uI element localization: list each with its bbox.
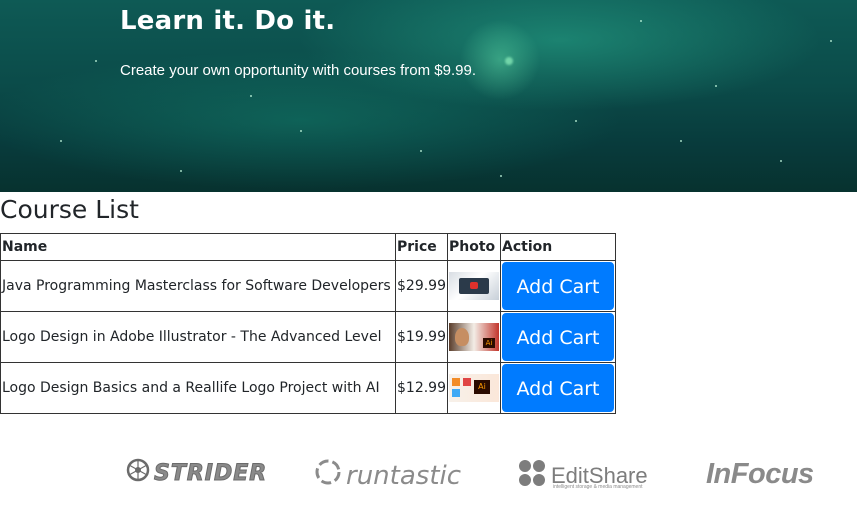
- add-cart-button[interactable]: Add Cart: [502, 262, 614, 310]
- hero-banner: Learn it. Do it. Create your own opportu…: [0, 0, 857, 192]
- table-row: Java Programming Masterclass for Softwar…: [0, 260, 616, 312]
- infocus-wordmark: InFocus: [706, 458, 814, 490]
- star-decoration: [575, 120, 577, 122]
- course-name: Logo Design in Adobe Illustrator - The A…: [0, 311, 396, 363]
- strider-logo: STRIDER: [126, 458, 267, 488]
- partner-logos: STRIDER runtastic EditShare intelligent …: [0, 450, 857, 510]
- table-row: Logo Design Basics and a Reallife Logo P…: [0, 362, 616, 414]
- logo-design-thumbnail-icon: Ai: [449, 374, 499, 402]
- column-header-action: Action: [500, 233, 616, 261]
- strider-wheel-icon: [126, 458, 150, 488]
- course-action-cell: Add Cart: [500, 260, 616, 312]
- column-header-price: Price: [395, 233, 448, 261]
- runtastic-wordmark: runtastic: [346, 460, 462, 491]
- course-table: Name Price Photo Action Java Programming…: [0, 233, 616, 414]
- add-cart-button[interactable]: Add Cart: [502, 364, 614, 412]
- editshare-grid-icon: [517, 458, 547, 494]
- laptop-thumbnail-icon: [449, 272, 499, 300]
- star-decoration: [250, 95, 252, 97]
- course-list-title: Course List: [0, 195, 139, 224]
- course-photo-cell: [447, 260, 501, 312]
- editshare-logo: EditShare intelligent storage & media ma…: [517, 458, 648, 494]
- course-price: $19.99: [395, 311, 448, 363]
- course-price: $29.99: [395, 260, 448, 312]
- star-decoration: [500, 175, 502, 177]
- course-action-cell: Add Cart: [500, 311, 616, 363]
- course-photo-cell: Ai: [447, 362, 501, 414]
- strider-wordmark: STRIDER: [153, 460, 268, 486]
- hero-title: Learn it. Do it.: [120, 6, 336, 36]
- star-decoration: [640, 20, 642, 22]
- runtastic-ring-icon: [314, 458, 342, 493]
- column-header-name: Name: [0, 233, 396, 261]
- star-decoration: [60, 140, 62, 142]
- star-decoration: [180, 170, 182, 172]
- star-decoration: [830, 40, 832, 42]
- course-name: Logo Design Basics and a Reallife Logo P…: [0, 362, 396, 414]
- star-decoration: [505, 57, 513, 65]
- table-row: Logo Design in Adobe Illustrator - The A…: [0, 311, 616, 363]
- star-decoration: [95, 60, 97, 62]
- illustrator-thumbnail-icon: Ai: [449, 323, 499, 351]
- runtastic-logo: runtastic: [314, 458, 461, 493]
- table-header-row: Name Price Photo Action: [0, 233, 616, 261]
- course-action-cell: Add Cart: [500, 362, 616, 414]
- editshare-tagline: intelligent storage & media management: [553, 484, 643, 490]
- star-decoration: [420, 150, 422, 152]
- course-name: Java Programming Masterclass for Softwar…: [0, 260, 396, 312]
- star-decoration: [715, 85, 717, 87]
- star-decoration: [300, 130, 302, 132]
- course-photo-cell: Ai: [447, 311, 501, 363]
- infocus-logo: InFocus: [706, 458, 814, 491]
- star-decoration: [680, 140, 682, 142]
- add-cart-button[interactable]: Add Cart: [502, 313, 614, 361]
- star-decoration: [780, 160, 782, 162]
- hero-subtitle: Create your own opportunity with courses…: [120, 62, 477, 79]
- course-price: $12.99: [395, 362, 448, 414]
- column-header-photo: Photo: [447, 233, 501, 261]
